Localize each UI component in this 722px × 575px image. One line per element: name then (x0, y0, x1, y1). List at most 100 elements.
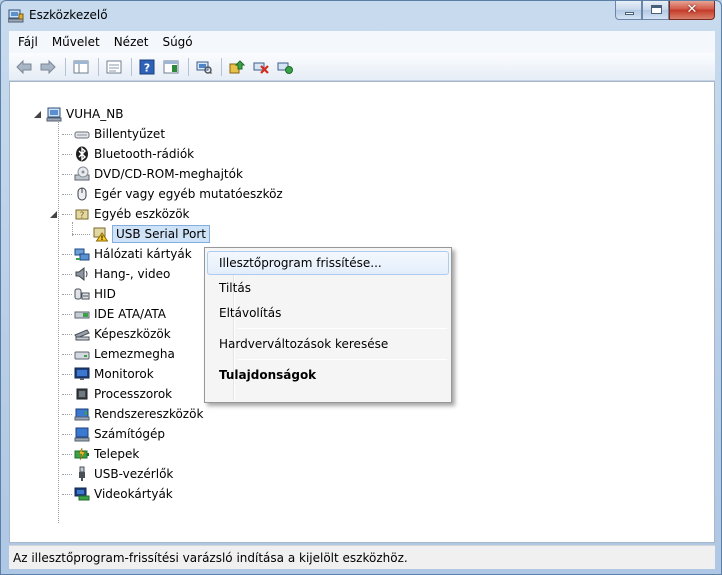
expand-arrow-icon[interactable] (50, 368, 59, 379)
expand-arrow-icon[interactable] (50, 308, 59, 319)
tree-dots (62, 173, 72, 175)
tree-node-usb-serial-port[interactable]: USB Serial Port (72, 224, 211, 244)
tree-node-network-adapters[interactable]: Hálózati kártyák (50, 244, 192, 264)
tree-dots (62, 293, 72, 295)
menu-bar: Fájl Művelet Nézet Súgó (9, 31, 715, 53)
help-button[interactable]: ? (136, 56, 158, 78)
collapse-arrow-icon[interactable] (34, 110, 43, 119)
tree-node-hid[interactable]: HID (50, 284, 116, 304)
computer-icon (74, 427, 90, 442)
tree-node-keyboard[interactable]: Billentyűzet (50, 124, 165, 144)
device-manager-window: Eszközkezelő ✕ Fájl Művelet Nézet Súgó ? (0, 0, 722, 575)
tree-label: Hálózati kártyák (94, 247, 192, 261)
toolbar-separator (221, 57, 222, 76)
tree-label: Processzorok (94, 387, 173, 401)
tree-node-monitors[interactable]: Monitorok (50, 364, 154, 384)
keyboard-icon (74, 131, 90, 139)
expand-arrow-icon[interactable] (50, 488, 59, 499)
battery-icon (74, 447, 89, 461)
tree-label: Rendszereszközök (94, 407, 204, 421)
expand-arrow-icon[interactable] (50, 168, 59, 179)
expand-arrow-icon[interactable] (50, 328, 59, 339)
ctx-properties[interactable]: Tulajdonságok (207, 363, 449, 387)
scan-hardware-changes-button[interactable] (193, 56, 215, 78)
menu-view[interactable]: Nézet (107, 32, 156, 52)
tree-node-root[interactable]: VUHA_NB (34, 104, 123, 124)
ctx-update-driver[interactable]: Illesztőprogram frissítése... (207, 251, 449, 275)
ctx-separator (237, 328, 447, 329)
ctx-separator (237, 359, 447, 360)
tree-label: IDE ATA/ATA (94, 307, 166, 321)
tree-label: Egér vagy egyéb mutatóeszköz (94, 187, 283, 201)
tree-node-computer[interactable]: Számítógép (50, 424, 165, 444)
tree-node-processors[interactable]: Processzorok (50, 384, 172, 404)
menu-file[interactable]: Fájl (11, 32, 45, 52)
tree-dots (62, 153, 72, 155)
toolbar-separator (131, 57, 132, 76)
tree-dots (62, 133, 72, 135)
display-adapter-icon (74, 487, 90, 501)
tree-label: USB-vezérlők (94, 467, 174, 481)
expand-arrow-icon[interactable] (50, 128, 59, 139)
menu-help[interactable]: Súgó (155, 32, 199, 52)
menu-action[interactable]: Művelet (45, 32, 107, 52)
scan-hardware-icon (196, 61, 212, 74)
minimize-button[interactable] (615, 1, 642, 20)
tree-label: USB Serial Port (112, 225, 211, 243)
expand-arrow-icon[interactable] (50, 468, 59, 479)
tree-node-display-adapters[interactable]: Videokártyák (50, 484, 173, 504)
expand-arrow-icon[interactable] (50, 288, 59, 299)
action-pane-icon (163, 60, 179, 73)
uninstall-icon (253, 62, 269, 74)
title-bar[interactable]: Eszközkezelő ✕ (1, 1, 721, 31)
speaker-icon (75, 266, 88, 282)
minimize-icon (625, 12, 634, 15)
back-button[interactable] (13, 56, 35, 78)
ctx-uninstall[interactable]: Eltávolítás (207, 301, 449, 325)
context-menu: Illesztőprogram frissítése... Tiltás Elt… (204, 247, 452, 403)
tree-node-batteries[interactable]: Telepek (50, 444, 139, 464)
help-icon: ? (139, 59, 155, 74)
expand-arrow-icon[interactable] (50, 148, 59, 159)
status-text: Az illesztőprogram-frissítési varázsló i… (13, 551, 408, 565)
tree-node-mouse[interactable]: Egér vagy egyéb mutatóeszköz (50, 184, 283, 204)
update-driver-button[interactable] (226, 56, 248, 78)
tree-node-sound-video[interactable]: Hang-, video (50, 264, 170, 284)
action-pane-button[interactable] (160, 56, 182, 78)
close-button[interactable]: ✕ (669, 1, 715, 20)
ctx-disable[interactable]: Tiltás (207, 276, 449, 300)
tree-node-system-devices[interactable]: Rendszereszközök (50, 404, 203, 424)
expand-arrow-icon[interactable] (50, 188, 59, 199)
tree-label: DVD/CD-ROM-meghajtók (94, 167, 243, 181)
expand-arrow-icon[interactable] (50, 448, 59, 459)
tree-label: Képeszközök (94, 327, 171, 341)
expand-arrow-icon[interactable] (50, 248, 59, 259)
tree-dots (72, 233, 90, 235)
maximize-button[interactable] (642, 1, 669, 20)
enable-device-button[interactable] (274, 56, 296, 78)
properties-button[interactable] (103, 56, 125, 78)
tree-node-usb-controllers[interactable]: USB-vezérlők (50, 464, 173, 484)
tree-node-other-devices[interactable]: ? Egyéb eszközök (50, 204, 190, 224)
tree-dots (62, 393, 72, 395)
tree-node-imaging-devices[interactable]: Képeszközök (50, 324, 171, 344)
tree-node-dvd[interactable]: DVD/CD-ROM-meghajtók (50, 164, 243, 184)
back-arrow-icon (16, 59, 32, 74)
tree-label: Bluetooth-rádiók (94, 147, 195, 161)
show-hide-console-tree-button[interactable] (70, 56, 92, 78)
expand-arrow-icon[interactable] (50, 408, 59, 419)
forward-button[interactable] (37, 56, 59, 78)
uninstall-button[interactable] (250, 56, 272, 78)
expand-arrow-icon[interactable] (50, 268, 59, 279)
tree-node-ide-ata[interactable]: IDE ATA/ATA (50, 304, 166, 324)
expand-arrow-icon[interactable] (50, 388, 59, 399)
tree-node-disk-drives[interactable]: Lemezmegha (50, 344, 175, 364)
tree-node-bluetooth[interactable]: Bluetooth-rádiók (50, 144, 194, 164)
tree-dots (62, 453, 72, 455)
expand-arrow-icon[interactable] (50, 428, 59, 439)
toolbar-separator (98, 57, 99, 76)
tree-dots (62, 493, 72, 495)
collapse-arrow-icon[interactable] (50, 210, 59, 219)
expand-arrow-icon[interactable] (50, 348, 59, 359)
ctx-scan-hardware[interactable]: Hardverváltozások keresése (207, 332, 449, 356)
